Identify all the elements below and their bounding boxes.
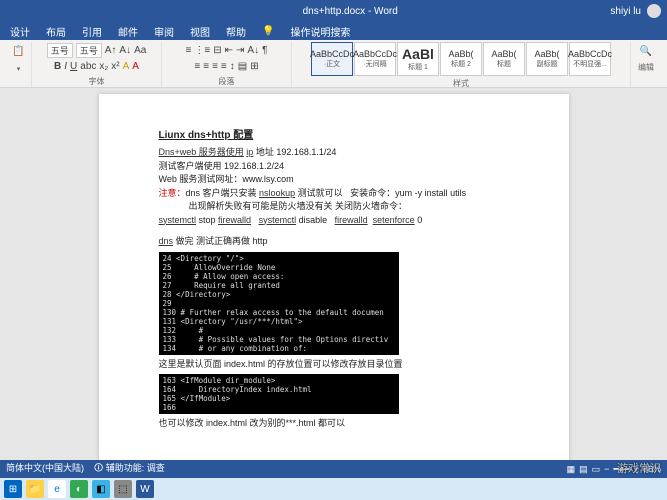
- sup-icon[interactable]: x²: [111, 61, 119, 72]
- paste-icon[interactable]: 📋: [12, 46, 24, 57]
- indent-inc-icon[interactable]: ⇥: [236, 45, 244, 56]
- start-icon[interactable]: ⊞: [4, 480, 22, 498]
- bold-icon[interactable]: B: [54, 61, 61, 72]
- tab-review[interactable]: 审阅: [154, 24, 174, 39]
- sort-icon[interactable]: A↓: [247, 45, 259, 56]
- style-h1[interactable]: AaBl标题 1: [397, 42, 439, 76]
- taskbar: ⊞ 📁 e ◐ ◧ ⬚ W: [0, 478, 667, 500]
- group-edit-label: 编辑: [638, 62, 654, 73]
- align-right-icon[interactable]: ≡: [212, 61, 218, 72]
- task-browser[interactable]: ◐: [70, 480, 88, 498]
- group-styles-label: 样式: [453, 78, 469, 89]
- page[interactable]: Liunx dns+http 配置 Dns+web 服务器使用 ip 地址 19…: [99, 94, 569, 460]
- bullets-icon[interactable]: ≡: [186, 45, 192, 56]
- task-edge[interactable]: e: [48, 480, 66, 498]
- view-web-icon[interactable]: ▭: [592, 464, 601, 475]
- style-emphasis[interactable]: AaBbCcDc不明显强...: [569, 42, 611, 76]
- status-accessibility[interactable]: 🛈 辅助功能: 调查: [94, 461, 165, 477]
- view-read-icon[interactable]: ▦: [567, 464, 576, 475]
- tab-mailings[interactable]: 邮件: [118, 24, 138, 39]
- style-h2[interactable]: AaBb(标题 2: [440, 42, 482, 76]
- tab-help[interactable]: 帮助: [226, 24, 246, 39]
- group-font-label: 字体: [89, 76, 105, 87]
- status-lang[interactable]: 简体中文(中国大陆): [6, 461, 84, 477]
- font-size[interactable]: 五号: [76, 43, 102, 58]
- highlight-icon[interactable]: A: [123, 61, 130, 72]
- justify-icon[interactable]: ≡: [221, 61, 227, 72]
- avatar[interactable]: [647, 4, 661, 18]
- tab-references[interactable]: 引用: [82, 24, 102, 39]
- watermark: 游戏常识: [617, 460, 661, 476]
- font-color-icon[interactable]: A: [132, 61, 139, 72]
- ribbon: 📋 ▾ 五号 五号 A↑ A↓ Aa B I U abc x₂ x² A A 字…: [0, 40, 667, 88]
- indent-dec-icon[interactable]: ⇤: [225, 45, 233, 56]
- tell-me[interactable]: 操作说明搜索: [290, 24, 350, 39]
- align-center-icon[interactable]: ≡: [203, 61, 209, 72]
- style-title[interactable]: AaBb(标题: [483, 42, 525, 76]
- tab-view[interactable]: 视图: [190, 24, 210, 39]
- tab-layout[interactable]: 布局: [46, 24, 66, 39]
- tab-design[interactable]: 设计: [10, 24, 30, 39]
- task-app2[interactable]: ⬚: [114, 480, 132, 498]
- border-icon[interactable]: ⊞: [250, 61, 258, 72]
- window-title: dns+http.docx - Word: [90, 6, 610, 17]
- task-app1[interactable]: ◧: [92, 480, 110, 498]
- font-name[interactable]: 五号: [47, 43, 73, 58]
- numbering-icon[interactable]: ⋮≡: [194, 45, 210, 56]
- user-name[interactable]: shiyi lu: [610, 6, 641, 17]
- style-normal[interactable]: AaBbCcDc·正文: [311, 42, 353, 76]
- italic-icon[interactable]: I: [64, 61, 67, 72]
- group-para-label: 段落: [219, 76, 235, 87]
- grow-font-icon[interactable]: A↑: [105, 45, 117, 56]
- view-print-icon[interactable]: ▤: [579, 464, 588, 475]
- task-word[interactable]: W: [136, 480, 154, 498]
- style-subtitle[interactable]: AaBb(副标题: [526, 42, 568, 76]
- shading-icon[interactable]: ▤: [238, 61, 247, 72]
- line-spacing-icon[interactable]: ↕: [230, 61, 235, 72]
- style-nospace[interactable]: AaBbCcDc·无间隔: [354, 42, 396, 76]
- find-icon[interactable]: 🔍: [640, 46, 652, 57]
- zoom-out-icon[interactable]: −: [604, 464, 609, 474]
- align-left-icon[interactable]: ≡: [194, 61, 200, 72]
- marks-icon[interactable]: ¶: [262, 45, 267, 56]
- code-block-2: 163 <IfModule dir_module> 164 DirectoryI…: [159, 374, 399, 414]
- task-explorer[interactable]: 📁: [26, 480, 44, 498]
- multilevel-icon[interactable]: ⊟: [213, 45, 221, 56]
- shrink-font-icon[interactable]: A↓: [119, 45, 131, 56]
- strike-icon[interactable]: abc: [80, 61, 96, 72]
- clear-format-icon[interactable]: Aa: [134, 45, 146, 56]
- title-bar: dns+http.docx - Word shiyi lu: [0, 0, 667, 22]
- chevron-down-icon[interactable]: ▾: [17, 65, 21, 73]
- document-area[interactable]: Liunx dns+http 配置 Dns+web 服务器使用 ip 地址 19…: [0, 88, 667, 460]
- status-bar: 简体中文(中国大陆) 🛈 辅助功能: 调查 ▦ ▤ ▭ − ━●━ + 86%: [0, 460, 667, 478]
- sub-icon[interactable]: x₂: [99, 61, 108, 72]
- code-block-1: 24 <Directory "/"> 25 AllowOverride None…: [159, 252, 399, 355]
- lightbulb-icon: 💡: [262, 26, 274, 37]
- styles-gallery[interactable]: AaBbCcDc·正文 AaBbCcDc·无间隔 AaBl标题 1 AaBb(标…: [311, 42, 611, 76]
- menu-bar: 设计 布局 引用 邮件 审阅 视图 帮助 💡 操作说明搜索: [0, 22, 667, 40]
- underline-icon[interactable]: U: [70, 61, 77, 72]
- doc-heading: Liunx dns+http 配置: [159, 128, 509, 143]
